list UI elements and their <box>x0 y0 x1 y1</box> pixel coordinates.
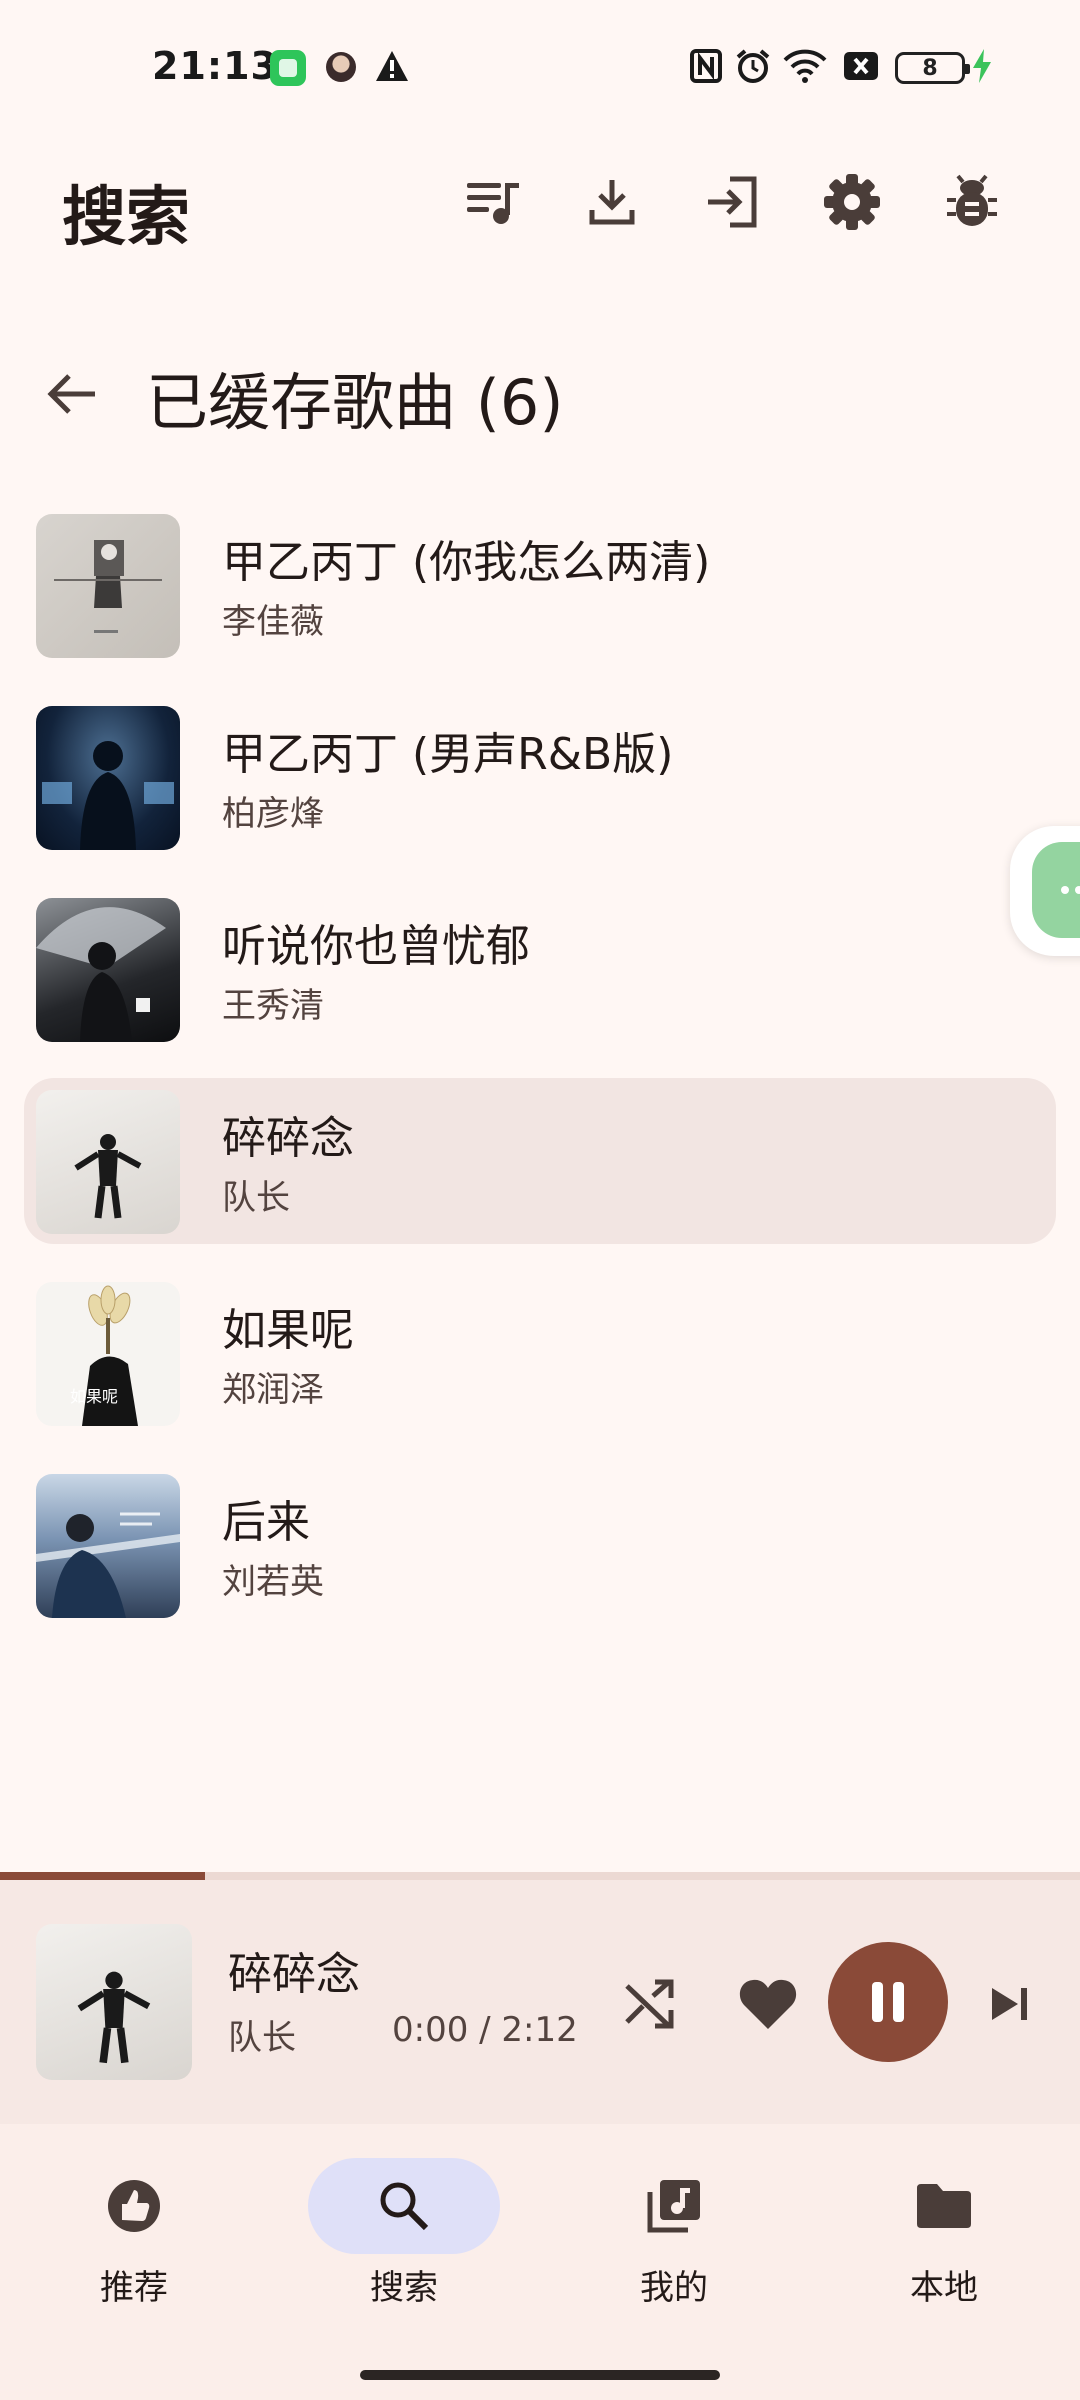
nav-pill <box>70 2174 198 2238</box>
bug-icon <box>947 174 997 226</box>
queue-music-button[interactable] <box>452 160 536 244</box>
album-cover <box>36 1090 180 1234</box>
album-cover: 如果呢 <box>36 1282 180 1426</box>
playback-progress-bar[interactable] <box>0 1872 1080 1880</box>
album-cover <box>36 706 180 850</box>
nav-item-mine[interactable]: 我的 <box>574 2150 774 2330</box>
song-row[interactable]: 听说你也曾忧郁 王秀清 <box>0 886 1080 1078</box>
song-title: 甲乙丙丁 (你我怎么两清) <box>222 537 711 588</box>
now-playing-artist: 队长 <box>228 2018 296 2058</box>
battery-level: 8 <box>922 55 938 81</box>
more-dots-icon <box>1032 842 1080 938</box>
song-list: 甲乙丙丁 (你我怎么两清) 李佳薇 甲乙丙丁 (男声R&B版) 柏彦烽 听说你也… <box>0 502 1080 1654</box>
shuffle-icon <box>625 1979 674 2029</box>
download-button[interactable] <box>570 160 654 244</box>
song-artist: 郑润泽 <box>222 1370 324 1410</box>
settings-button[interactable] <box>810 160 894 244</box>
nav-label: 本地 <box>910 2268 978 2308</box>
nav-item-local[interactable]: 本地 <box>844 2150 1044 2330</box>
settings-icon <box>824 174 880 230</box>
section-title: 已缓存歌曲 (6) <box>146 366 564 439</box>
song-title: 甲乙丙丁 (男声R&B版) <box>222 729 674 780</box>
now-playing-cover <box>36 1924 192 2080</box>
favorite-button[interactable] <box>726 1962 810 2046</box>
song-row[interactable]: 如果呢 如果呢 郑润泽 <box>0 1270 1080 1462</box>
pause-icon <box>872 1982 904 2022</box>
song-title: 碎碎念 <box>222 1113 354 1164</box>
status-bar: 21:13 8 <box>0 0 1080 136</box>
folder-icon <box>917 2184 971 2228</box>
shuffle-button[interactable] <box>608 1962 692 2046</box>
recommend-icon <box>108 2180 160 2232</box>
now-playing-title: 碎碎念 <box>228 1949 360 2000</box>
wifi-icon <box>782 46 828 86</box>
nfc-icon <box>688 46 724 86</box>
album-cover <box>36 1474 180 1618</box>
login-icon <box>708 176 757 228</box>
queue-music-icon <box>467 183 519 224</box>
back-button[interactable] <box>32 354 112 434</box>
status-time: 21:13 <box>152 44 278 88</box>
song-title: 后来 <box>222 1497 310 1548</box>
mini-player[interactable]: 碎碎念 队长 0:00 / 2:12 <box>0 1880 1080 2124</box>
no-sim-icon <box>842 46 880 86</box>
song-artist: 李佳薇 <box>222 602 324 642</box>
app-notification-icon <box>270 50 306 86</box>
floating-assistant-handle[interactable] <box>1010 826 1080 956</box>
song-artist: 队长 <box>222 1178 290 1218</box>
search-icon <box>380 2182 429 2231</box>
song-row[interactable]: 甲乙丙丁 (男声R&B版) 柏彦烽 <box>0 694 1080 886</box>
song-row[interactable]: 后来 刘若英 <box>0 1462 1080 1654</box>
song-artist: 柏彦烽 <box>222 794 324 834</box>
nav-label: 搜索 <box>370 2268 438 2308</box>
avatar-notification-icon <box>326 52 356 82</box>
charging-icon <box>970 46 994 86</box>
song-row[interactable]: 甲乙丙丁 (你我怎么两清) 李佳薇 <box>0 502 1080 694</box>
album-cover <box>36 514 180 658</box>
now-playing-time: 0:00 / 2:12 <box>392 2010 578 2050</box>
album-cover <box>36 898 180 1042</box>
skip-next-button[interactable] <box>968 1962 1052 2046</box>
alarm-icon <box>734 46 772 86</box>
song-artist: 王秀清 <box>222 986 324 1026</box>
pause-button[interactable] <box>828 1942 948 2062</box>
playback-progress-fill <box>0 1872 206 1880</box>
song-title: 听说你也曾忧郁 <box>222 921 530 972</box>
nav-label: 我的 <box>640 2268 708 2308</box>
bottom-navigation: 推荐 搜索 我的 本地 <box>0 2124 1080 2400</box>
song-title: 如果呢 <box>222 1305 354 1356</box>
nav-pill <box>308 2158 500 2254</box>
debug-button[interactable] <box>930 160 1014 244</box>
arrow-back-icon <box>47 374 95 414</box>
svg-text:如果呢: 如果呢 <box>70 1387 118 1406</box>
nav-item-recommend[interactable]: 推荐 <box>34 2150 234 2330</box>
home-indicator[interactable] <box>360 2370 720 2380</box>
library-music-icon <box>647 2180 700 2233</box>
warning-icon <box>374 46 410 86</box>
page-title: 搜索 <box>62 181 190 255</box>
song-artist: 刘若英 <box>222 1562 324 1602</box>
login-button[interactable] <box>690 160 774 244</box>
song-row[interactable]: 碎碎念 队长 <box>0 1078 1080 1270</box>
download-icon <box>589 180 635 225</box>
battery-icon: 8 <box>895 52 970 84</box>
nav-item-search[interactable]: 搜索 <box>304 2150 504 2330</box>
nav-pill <box>610 2174 738 2238</box>
heart-icon <box>739 1979 797 2029</box>
nav-label: 推荐 <box>100 2268 168 2308</box>
nav-pill <box>880 2174 1008 2238</box>
skip-next-icon <box>992 1988 1027 2020</box>
